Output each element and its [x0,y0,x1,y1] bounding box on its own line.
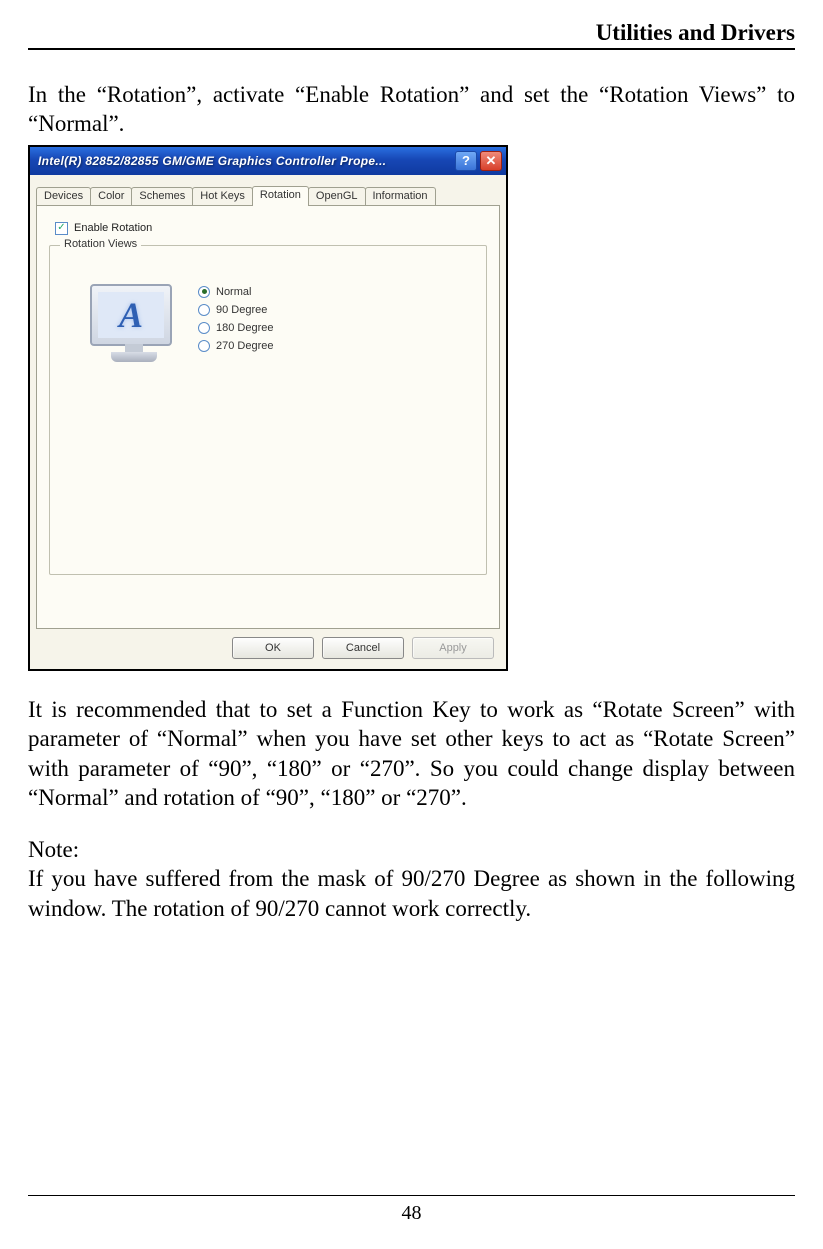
help-icon: ? [462,153,470,168]
page-footer: 48 [28,1195,795,1225]
rotation-radio-group: Normal 90 Degree 180 Degree [198,284,274,362]
tab-information[interactable]: Information [365,187,436,205]
close-button[interactable]: ✕ [480,151,502,171]
page-header: Utilities and Drivers [28,20,795,50]
apply-button[interactable]: Apply [412,637,494,659]
rotation-views-legend: Rotation Views [60,238,141,250]
checkmark-icon: ✓ [57,223,65,233]
rotation-tab-panel: ✓ Enable Rotation Rotation Views A [36,205,500,629]
tab-strip: Devices Color Schemes Hot Keys Rotation … [36,183,500,205]
enable-rotation-label: Enable Rotation [74,222,152,234]
radio-90[interactable] [198,304,210,316]
radio-normal[interactable] [198,286,210,298]
radio-180[interactable] [198,322,210,334]
rotation-views-group: Rotation Views A [49,245,487,575]
tab-opengl[interactable]: OpenGL [308,187,366,205]
radio-180-row[interactable]: 180 Degree [198,322,274,334]
tab-rotation[interactable]: Rotation [252,186,309,206]
radio-90-row[interactable]: 90 Degree [198,304,274,316]
radio-180-label: 180 Degree [216,322,274,334]
monitor-letter: A [119,294,143,336]
note-label: Note: [28,835,795,864]
tab-hotkeys[interactable]: Hot Keys [192,187,253,205]
close-icon: ✕ [486,153,497,169]
radio-270[interactable] [198,340,210,352]
enable-rotation-checkbox[interactable]: ✓ [55,222,68,235]
radio-270-row[interactable]: 270 Degree [198,340,274,352]
graphics-controller-dialog: Intel(R) 82852/82855 GM/GME Graphics Con… [30,147,506,669]
radio-normal-label: Normal [216,286,251,298]
page-number: 48 [402,1202,422,1224]
dialog-title: Intel(R) 82852/82855 GM/GME Graphics Con… [38,154,455,168]
cancel-button[interactable]: Cancel [322,637,404,659]
tab-devices[interactable]: Devices [36,187,91,205]
recommendation-paragraph: It is recommended that to set a Function… [28,695,795,813]
radio-normal-row[interactable]: Normal [198,286,274,298]
radio-90-label: 90 Degree [216,304,267,316]
intro-paragraph: In the “Rotation”, activate “Enable Rota… [28,80,795,139]
ok-button[interactable]: OK [232,637,314,659]
dialog-screenshot-frame: Intel(R) 82852/82855 GM/GME Graphics Con… [28,145,508,671]
radio-270-label: 270 Degree [216,340,274,352]
dialog-button-row: OK Cancel Apply [36,629,500,661]
tab-color[interactable]: Color [90,187,132,205]
help-button[interactable]: ? [455,151,477,171]
tab-schemes[interactable]: Schemes [131,187,193,205]
dialog-client-area: Devices Color Schemes Hot Keys Rotation … [30,175,506,669]
header-title: Utilities and Drivers [596,20,795,45]
monitor-preview-icon: A [90,284,178,362]
note-body: If you have suffered from the mask of 90… [28,864,795,923]
dialog-titlebar: Intel(R) 82852/82855 GM/GME Graphics Con… [30,147,506,175]
